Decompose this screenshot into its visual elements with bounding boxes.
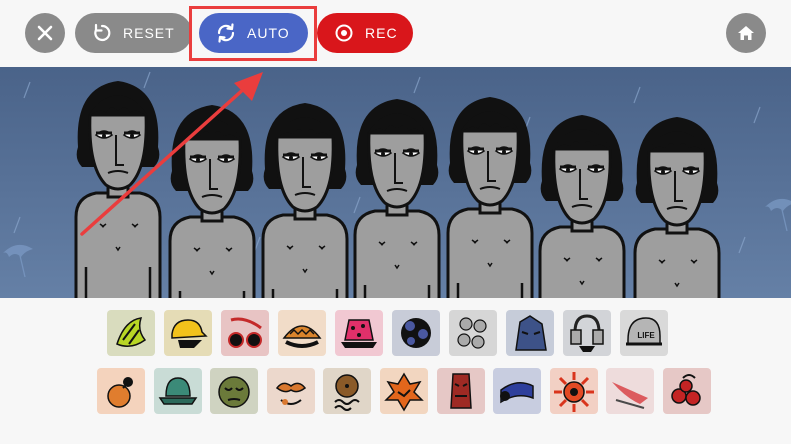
life-text: LIFE [637,331,655,340]
stage [0,67,791,298]
brown-curl-sound[interactable] [323,368,372,414]
blue-black-mask-sound[interactable] [392,310,440,356]
teal-hat-icon [158,377,197,405]
gray-circles-icon [457,317,487,349]
teal-hat-sound[interactable] [153,368,202,414]
yellow-cap-icon [171,319,208,348]
reset-button[interactable]: RESET [75,13,192,53]
blue-scarf-sound[interactable] [493,368,542,414]
home-icon [738,26,754,40]
bright-green-sound[interactable] [107,310,155,356]
sound-palette: LIFE [0,298,791,444]
home-button[interactable] [726,13,766,53]
life-helmet-sound[interactable]: LIFE [620,310,668,356]
pink-bucket-hat-icon [341,319,377,348]
bright-green-icon [116,317,147,347]
blue-mask-icon [515,315,547,351]
reset-label: RESET [123,25,175,41]
blue-scarf-icon [500,382,534,404]
red-sunglasses-icon [228,317,262,348]
red-berries-sound[interactable] [663,368,711,414]
rec-button[interactable]: REC [317,13,413,53]
brown-curl-icon [334,374,361,411]
sun-burst-icon [553,372,594,412]
orange-taco-hat-sound[interactable] [278,310,326,356]
rec-label: REC [365,25,398,41]
record-icon [333,22,355,44]
orange-mustache-icon [275,382,306,405]
top-toolbar: RESET AUTO REC [0,0,791,67]
stage-scene [0,67,791,298]
orange-flame-sound[interactable] [380,368,428,414]
sun-burst-sound[interactable] [549,368,598,414]
red-wing-sound[interactable] [606,368,655,414]
auto-highlight-box [189,6,317,61]
orange-mustache-sound[interactable] [266,368,315,414]
yellow-cap-sound[interactable] [164,310,212,356]
red-wing-icon [612,382,649,409]
red-berries-icon [671,374,701,406]
olive-face-sound[interactable] [210,368,259,414]
blue-mask-sound[interactable] [506,310,554,356]
gray-headphones-icon [570,314,604,352]
olive-face-icon [218,376,250,408]
gray-circles-sound[interactable] [449,310,497,356]
reset-icon [91,22,113,44]
red-mask-icon [449,373,472,409]
blue-black-mask-icon [401,318,431,348]
close-button[interactable] [25,13,65,53]
red-mask-sound[interactable] [436,368,485,414]
orange-bomb-sound[interactable] [97,368,145,414]
red-sunglasses-sound[interactable] [221,310,269,356]
orange-bomb-icon [107,377,133,408]
pink-bucket-hat-sound[interactable] [335,310,383,356]
incredibox-app: RESET AUTO REC LIFE [0,0,791,444]
close-icon [37,25,53,41]
gray-headphones-sound[interactable] [563,310,611,356]
orange-flame-icon [384,372,424,412]
life-helmet-icon: LIFE [626,317,662,346]
orange-taco-hat-icon [282,325,322,348]
